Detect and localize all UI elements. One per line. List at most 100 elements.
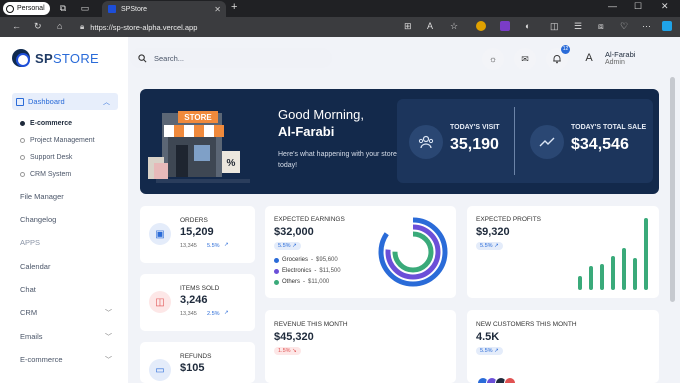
legend-electronics: Electronics - $11,500 bbox=[274, 268, 341, 274]
logo-icon bbox=[12, 49, 30, 67]
profit-bar bbox=[589, 266, 593, 290]
bell-icon bbox=[553, 55, 561, 64]
orders-card[interactable]: ▣ ORDERS 15,209 13,345 5.5% ↗ bbox=[140, 206, 255, 263]
sidebar-item-dashboard[interactable]: Dashboard ︿ bbox=[12, 93, 118, 110]
minimize-icon[interactable]: — bbox=[608, 1, 617, 11]
favorites-bar-icon[interactable]: ☰ bbox=[574, 21, 582, 32]
close-tab-icon[interactable]: ✕ bbox=[214, 5, 221, 14]
brand-name-rest: STORE bbox=[52, 50, 100, 66]
home-icon[interactable]: ⌂ bbox=[57, 21, 62, 31]
tab-title: SPStore bbox=[121, 5, 148, 13]
sun-icon: ☼ bbox=[488, 54, 498, 64]
favicon-icon bbox=[108, 5, 116, 13]
notification-badge: 12 bbox=[561, 45, 570, 54]
extension-coin-icon[interactable] bbox=[476, 21, 486, 31]
brand-name-bold: SP bbox=[35, 50, 53, 66]
sidebar-section-label: APPS bbox=[20, 238, 41, 247]
profit-bar bbox=[611, 256, 615, 290]
store-sign-text: STORE bbox=[184, 113, 212, 122]
favorite-icon[interactable]: ☆ bbox=[450, 21, 458, 32]
bullet-icon bbox=[20, 172, 25, 177]
theme-toggle-button[interactable]: ☼ bbox=[482, 48, 504, 70]
sidebar-item-calendar[interactable]: Calendar bbox=[20, 262, 112, 271]
copilot-icon[interactable] bbox=[662, 21, 672, 31]
read-aloud-icon[interactable]: A bbox=[427, 21, 433, 31]
page-scrollbar[interactable] bbox=[670, 77, 675, 302]
expected-profits-card[interactable]: EXPECTED PROFITS $9,320 5.5% ↗ bbox=[467, 206, 659, 298]
more-menu-icon[interactable]: ⋯ bbox=[642, 21, 651, 32]
legend-dot bbox=[274, 279, 279, 285]
dashboard-icon bbox=[16, 97, 24, 106]
sidebar: SPSTORE Dashboard ︿ E-commerce Project M… bbox=[0, 37, 128, 383]
expected-earnings-card[interactable]: EXPECTED EARNINGS $32,000 5.5% ↗ Groceri… bbox=[265, 206, 456, 298]
new-customers-card[interactable]: NEW CUSTOMERS THIS MONTH 4.5K 5.5% ↗ bbox=[467, 310, 659, 383]
brand-logo[interactable]: SPSTORE bbox=[12, 49, 99, 67]
sidebar-subitem-project-management[interactable]: Project Management bbox=[20, 137, 95, 144]
sidebar-subitem-label: CRM System bbox=[30, 171, 72, 178]
items-sold-value: 3,246 bbox=[180, 294, 208, 306]
greeting-name: Al-Farabi bbox=[278, 124, 335, 139]
orders-title: ORDERS bbox=[180, 217, 208, 224]
sidebar-subitem-crm-system[interactable]: CRM System bbox=[20, 171, 71, 178]
sidebar-item-chat[interactable]: Chat bbox=[20, 285, 112, 294]
extensions-icon[interactable]: ♡ bbox=[620, 21, 628, 32]
sidebar-item-label: Changelog bbox=[20, 215, 57, 224]
trend-up-icon: ↗ bbox=[224, 310, 229, 316]
sidebar-item-crm[interactable]: CRM ﹀ bbox=[20, 308, 112, 318]
workspaces-icon[interactable]: ⧉ bbox=[56, 2, 70, 15]
search-input[interactable]: Search... bbox=[130, 48, 332, 68]
app-install-icon[interactable]: ⊞ bbox=[404, 21, 412, 32]
new-tab-button[interactable]: + bbox=[231, 1, 237, 13]
legend-label: Others bbox=[282, 279, 301, 285]
collections-icon[interactable]: ⧈ bbox=[598, 21, 604, 32]
donut-ring-groceries bbox=[378, 217, 448, 287]
sidebar-subitem-ecommerce[interactable]: E-commerce bbox=[20, 120, 72, 127]
sidebar-item-file-manager[interactable]: File Manager bbox=[20, 192, 112, 201]
refunds-card[interactable]: ▭ REFUNDS $105 bbox=[140, 342, 255, 383]
messages-button[interactable]: ✉ bbox=[514, 48, 536, 70]
revenue-card[interactable]: REVENUE THIS MONTH $45,320 1.5% ↘ bbox=[265, 310, 456, 383]
earnings-chip-label: 5.5% bbox=[278, 243, 291, 249]
profits-value: $9,320 bbox=[476, 226, 510, 238]
extension-purple-icon[interactable] bbox=[500, 21, 510, 31]
sidebar-item-ecommerce[interactable]: E-commerce ﹀ bbox=[20, 355, 112, 365]
close-window-icon[interactable]: ✕ bbox=[661, 1, 669, 12]
revenue-chip-label: 1.5% bbox=[278, 348, 291, 354]
back-icon[interactable]: ← bbox=[12, 21, 21, 31]
sidebar-item-emails[interactable]: Emails ﹀ bbox=[20, 332, 112, 342]
avatar[interactable]: A bbox=[580, 49, 598, 67]
refunds-title: REFUNDS bbox=[180, 353, 212, 360]
welcome-banner: STORE % Good Morning, Al-Farabi Here's w… bbox=[140, 89, 659, 194]
tab-actions-icon[interactable]: ▭ bbox=[78, 2, 92, 15]
page: SPSTORE Dashboard ︿ E-commerce Project M… bbox=[0, 37, 680, 383]
earnings-title: EXPECTED EARNINGS bbox=[274, 216, 345, 223]
profile-button[interactable]: Personal bbox=[3, 2, 50, 15]
stats-divider bbox=[514, 107, 515, 175]
discount-tag-text: % bbox=[227, 158, 236, 169]
profit-bar bbox=[622, 248, 626, 290]
items-sold-card[interactable]: ◫ ITEMS SOLD 3,246 13,345 2.5% ↗ bbox=[140, 274, 255, 331]
orders-value: 15,209 bbox=[180, 226, 214, 238]
sidebar-item-changelog[interactable]: Changelog bbox=[20, 215, 112, 224]
browser-tab[interactable]: SPStore ✕ bbox=[102, 1, 226, 17]
legend-others: Others - $11,000 bbox=[274, 279, 329, 285]
today-visit-value: 35,190 bbox=[450, 136, 499, 153]
profit-bar bbox=[644, 218, 648, 290]
trend-icon bbox=[530, 125, 564, 159]
storefront-illustration: STORE % bbox=[148, 111, 250, 183]
brand-name: SPSTORE bbox=[35, 51, 99, 66]
maximize-icon[interactable]: ☐ bbox=[634, 1, 642, 12]
split-screen-icon[interactable]: ◫ bbox=[550, 21, 559, 32]
greeting-text: Good Morning, bbox=[278, 107, 364, 122]
url-field[interactable]: 🔒︎ https://sp-store-alpha.vercel.app bbox=[80, 20, 400, 34]
refresh-icon[interactable]: ↻ bbox=[34, 21, 42, 32]
bullet-icon bbox=[20, 138, 25, 143]
notifications-button[interactable]: 12 bbox=[546, 45, 570, 70]
extension-ghost-icon[interactable]: ◐ bbox=[525, 21, 530, 31]
today-sale-value: $34,546 bbox=[571, 136, 629, 153]
legend-groceries: Groceries - $95,600 bbox=[274, 257, 338, 263]
sidebar-subitem-support-desk[interactable]: Support Desk bbox=[20, 154, 72, 161]
card-icon: ▭ bbox=[149, 359, 171, 381]
bullet-icon bbox=[20, 121, 25, 126]
search-placeholder: Search... bbox=[154, 53, 185, 63]
